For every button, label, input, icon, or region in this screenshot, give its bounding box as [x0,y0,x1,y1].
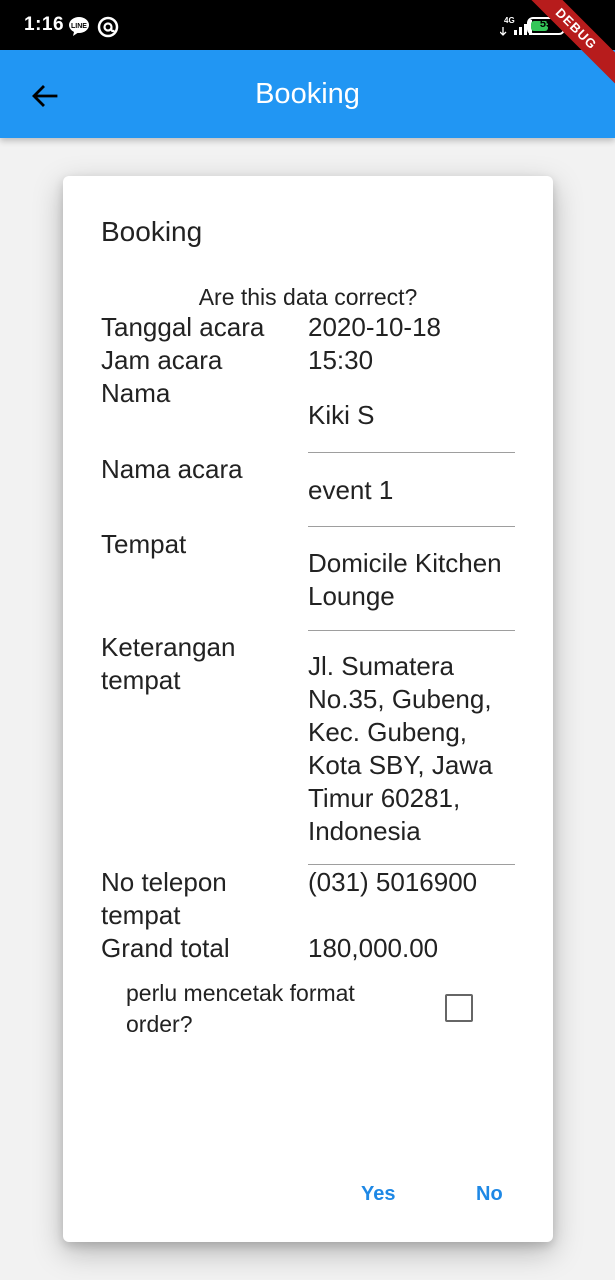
line-icon: LINE [68,16,90,41]
row-label: Nama acara [101,454,243,484]
keterangan-tempat-field[interactable]: Jl. Sumatera No.35, Gubeng, Kec. Gubeng,… [308,640,516,848]
nama-field[interactable]: Kiki S [308,389,516,432]
at-icon [97,16,119,43]
status-bar: 1:16 LINE 4G 55 [0,0,615,50]
row-label: Keterangan tempat [101,632,236,695]
status-time: 1:16 [24,14,65,35]
print-order-checkbox[interactable] [445,994,473,1022]
no-button[interactable]: No [468,1176,511,1212]
row-label: Jam acara [101,345,223,375]
row-label: No telepon tempat [101,867,227,930]
row-label: Tanggal acara [101,312,265,342]
print-order-label: perlu mencetak format order? [126,980,355,1037]
row-value: 180,000.00 [308,933,439,963]
yes-button[interactable]: Yes [353,1176,403,1212]
row-value: (031) 5016900 [308,867,478,897]
booking-dialog: Booking Are this data correct? Tanggal a… [63,176,553,1242]
row-label: Tempat [101,529,187,559]
field-underline [308,864,515,865]
dialog-title: Booking [101,216,203,247]
svg-text:LINE: LINE [71,23,87,30]
page-title: Booking [255,78,360,110]
tempat-field[interactable]: Domicile Kitchen Lounge [308,537,516,613]
field-underline [308,630,515,631]
dialog-question: Are this data correct? [198,284,418,310]
row-value: 15:30 [308,345,374,375]
row-value: 2020-10-18 [308,312,441,342]
field-underline [308,452,515,453]
row-label: Grand total [101,933,230,963]
nama-acara-field[interactable]: event 1 [308,464,516,507]
field-underline [308,526,515,527]
svg-text:4G: 4G [504,16,515,25]
row-label: Nama [101,378,171,408]
app-bar: Booking [0,50,615,138]
